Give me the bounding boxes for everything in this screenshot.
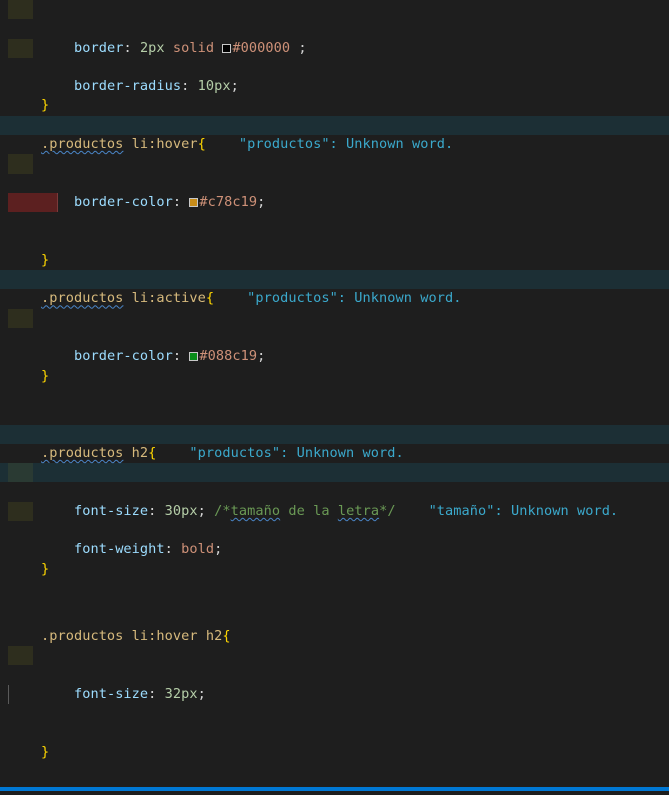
css-selector-misspelled: .productos xyxy=(40,290,124,307)
css-property: border xyxy=(73,39,124,56)
css-property: border-color xyxy=(73,348,173,365)
css-value-number: 10px xyxy=(197,78,231,95)
code-line-text: .productos li:hover{ "productos": Unknow… xyxy=(33,135,453,154)
css-property: border-color xyxy=(73,193,173,210)
colon: : xyxy=(181,78,198,95)
code-line-text: .productos li:hover h2{ xyxy=(33,627,231,646)
css-hex-value: #088c19 xyxy=(199,348,258,365)
code-line-text: .productos h2{ "productos": Unknown word… xyxy=(33,444,404,463)
colon: : xyxy=(172,348,190,365)
code-line-text: } xyxy=(33,251,49,270)
code-line-text: font-size: 30px; /*tamaño de la letra*/ … xyxy=(33,502,618,521)
css-selector: h2 xyxy=(123,444,149,461)
semicolon: ; xyxy=(230,78,239,95)
css-property: font-size xyxy=(73,685,149,702)
code-line[interactable] xyxy=(0,762,669,781)
indent-guide-block xyxy=(8,308,33,329)
opening-brace: { xyxy=(222,627,231,644)
css-selector: li:active xyxy=(123,290,206,307)
code-line-text: border-radius: 10px; xyxy=(33,77,239,96)
color-swatch-black[interactable] xyxy=(222,43,232,53)
opening-brace: { xyxy=(197,136,206,153)
css-selector: li:hover h2 xyxy=(123,627,223,644)
closing-brace: } xyxy=(40,743,50,760)
code-line-text: border-color: #c78c19; xyxy=(33,193,265,212)
code-line[interactable]: } xyxy=(0,723,669,760)
closing-brace: } xyxy=(40,251,50,268)
spellcheck-hint: "productos": Unknown word. xyxy=(238,136,454,153)
opening-brace: { xyxy=(205,290,215,307)
indent-guide-block xyxy=(8,501,33,522)
css-property: border-radius xyxy=(73,78,182,95)
indent-guide-line xyxy=(8,684,9,705)
opening-brace: { xyxy=(148,444,157,461)
code-line[interactable]: font-size: 32px; xyxy=(0,646,669,702)
code-line[interactable]: .productos li:hover{ "productos": Unknow… xyxy=(0,115,669,152)
code-line[interactable]: font-size: 30px; /*tamaño de la letra*/ … xyxy=(0,463,669,519)
css-hex-value: #c78c19 xyxy=(199,193,258,210)
code-line[interactable]: border: 2px solid #000000 ; xyxy=(0,0,669,56)
code-line[interactable]: .productos li:active{ "productos": Unkno… xyxy=(0,270,669,306)
closing-brace: } xyxy=(40,97,50,114)
css-comment-text: de la xyxy=(280,502,338,519)
css-value-number: 2px xyxy=(139,39,165,56)
css-selector: .productos xyxy=(40,627,124,644)
closing-brace: } xyxy=(40,560,50,577)
css-value-keyword: solid xyxy=(172,39,215,56)
code-line-text: } xyxy=(33,367,49,386)
colon: : xyxy=(164,541,182,558)
code-line-text: border-color: #088c19; xyxy=(33,347,265,366)
code-line-text: } xyxy=(33,96,49,115)
colon: : xyxy=(172,193,190,210)
css-comment-misspelled: tamaño xyxy=(230,502,281,519)
semicolon: ; xyxy=(290,39,307,56)
code-line[interactable]: border-color: #c78c19; xyxy=(0,154,669,210)
css-comment-open: /* xyxy=(214,502,231,519)
colon: : xyxy=(148,685,165,702)
color-swatch-green[interactable] xyxy=(189,352,199,362)
css-selector-misspelled: .productos xyxy=(40,444,124,461)
indent-guide-block xyxy=(8,154,33,174)
colon: : xyxy=(123,39,140,56)
code-line-text: } xyxy=(33,743,49,762)
semicolon: ; xyxy=(197,685,206,702)
code-line-text: font-size: 32px; xyxy=(33,685,206,704)
css-selector: li:hover xyxy=(123,136,198,153)
css-value-number: 30px xyxy=(164,502,198,519)
code-line[interactable]: .productos li:hover h2{ xyxy=(0,608,669,644)
css-value-number: 32px xyxy=(164,685,198,702)
code-line[interactable] xyxy=(0,386,669,405)
colon: : xyxy=(148,502,165,519)
indent-guide-block xyxy=(8,646,33,666)
code-line[interactable] xyxy=(0,579,669,598)
indent-guide-block xyxy=(8,463,33,483)
code-line[interactable]: border-color: #088c19; xyxy=(0,308,669,364)
css-value-keyword: bold xyxy=(181,541,215,558)
semicolon: ; xyxy=(197,502,215,519)
code-line-text: .productos li:active{ "productos": Unkno… xyxy=(33,289,462,308)
code-line-text: font-weight: bold; xyxy=(33,540,222,559)
status-bar[interactable] xyxy=(0,787,669,791)
spellcheck-hint: "tamaño": Unknown word. xyxy=(428,502,619,519)
spellcheck-hint: "productos": Unknown word. xyxy=(247,290,462,307)
color-swatch-orange[interactable] xyxy=(189,197,199,207)
code-line-text: border: 2px solid #000000 ; xyxy=(33,39,307,58)
spellcheck-hint: "productos": Unknown word. xyxy=(189,444,404,461)
code-line-text: } xyxy=(33,560,49,579)
css-hex-value: #000000 xyxy=(232,39,291,56)
indent-guide-block xyxy=(8,38,33,58)
code-line[interactable]: } xyxy=(0,232,669,268)
css-property: font-weight xyxy=(73,541,165,558)
code-editor[interactable]: border: 2px solid #000000 ; border-radiu… xyxy=(0,0,669,791)
code-line[interactable]: .productos h2{ "productos": Unknown word… xyxy=(0,424,669,461)
css-selector-misspelled: .productos xyxy=(40,136,124,153)
semicolon: ; xyxy=(257,348,266,365)
css-comment-close: */ xyxy=(379,502,396,519)
closing-brace: } xyxy=(40,367,50,384)
indent-guide-block xyxy=(8,0,33,20)
semicolon: ; xyxy=(257,193,266,210)
semicolon: ; xyxy=(214,541,223,558)
css-property: font-size xyxy=(73,502,149,519)
css-comment-misspelled: letra xyxy=(337,502,380,519)
